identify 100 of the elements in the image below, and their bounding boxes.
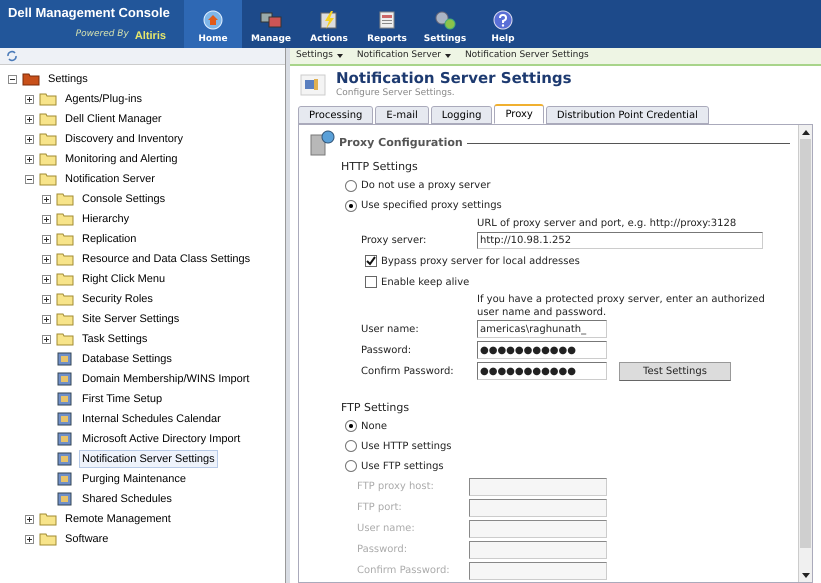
tab[interactable]: Proxy [494,104,544,124]
settings-page-icon [56,411,74,427]
field-label: Confirm Password: [357,564,451,578]
breadcrumb-link[interactable]: Notification Server Settings [464,49,589,63]
collapse-icon[interactable] [8,74,17,84]
expand-icon[interactable] [42,254,51,264]
radio-button[interactable] [345,420,357,432]
tree-item[interactable]: Site Server Settings [79,310,182,328]
radio-button[interactable] [345,440,357,452]
tree-item[interactable]: First Time Setup [79,390,166,408]
tab[interactable]: Logging [430,106,492,124]
checkbox[interactable] [365,255,377,267]
tree-item[interactable]: Remote Management [62,510,174,528]
nav-button[interactable]: Manage [242,0,300,48]
settings-page-icon [300,74,326,96]
tree-item[interactable]: Discovery and Inventory [62,130,186,148]
field-label: Password: [361,344,412,358]
tree-item[interactable]: Agents/Plug-ins [62,90,146,108]
tree-item[interactable]: Monitoring and Alerting [62,150,181,168]
expand-icon[interactable] [42,234,51,244]
test-settings-button[interactable]: Test Settings [619,362,731,380]
section-heading: Proxy Configuration [339,134,463,151]
tree-item[interactable]: Database Settings [79,350,175,368]
radio-button[interactable] [345,180,357,192]
tree-item[interactable]: Shared Schedules [79,490,175,508]
folder-icon [39,532,57,546]
tree-item[interactable]: Internal Schedules Calendar [79,410,224,428]
folder-icon [39,112,57,126]
expand-icon[interactable] [42,194,51,204]
radio-button[interactable] [345,460,357,472]
server-globe-icon [309,129,335,157]
expand-icon[interactable] [25,114,34,124]
tree-item[interactable]: Software [62,530,112,548]
tree-item[interactable]: Settings [45,70,91,88]
tree-item[interactable]: Microsoft Active Directory Import [79,430,244,448]
tree-item[interactable]: Domain Membership/WINS Import [79,370,252,388]
proxy-server-field[interactable]: http://10.98.1.252 [477,232,763,249]
settings-page-icon [56,351,74,367]
tree-item[interactable]: Task Settings [79,330,150,348]
report-icon [377,10,397,30]
scrollbar[interactable] [798,125,812,582]
folder-icon [22,72,40,86]
text-field[interactable]: ●●●●●●●●●●● [477,362,607,380]
settings-page-icon [56,391,74,407]
text-field[interactable]: ●●●●●●●●●●● [477,341,607,359]
expand-icon[interactable] [42,274,51,284]
breadcrumb-link[interactable]: Notification Server [356,49,441,63]
nav-button[interactable]: Actions [300,0,358,48]
folder-icon [39,152,57,166]
tree-item[interactable]: Security Roles [79,290,156,308]
caret-icon[interactable] [336,54,343,58]
field-label: Confirm Password: [361,364,455,378]
refresh-icon[interactable] [6,50,18,62]
tab[interactable]: E-mail [375,106,429,124]
nav-button[interactable]: Home [184,0,242,48]
group-heading: FTP Settings [341,400,410,416]
tab[interactable]: Distribution Point Credential [546,106,709,124]
tree-item[interactable]: Notification Server [62,170,158,188]
lightning-icon [319,10,339,30]
expand-icon[interactable] [42,334,51,344]
tab[interactable]: Processing [298,106,374,124]
expand-icon[interactable] [25,94,34,104]
help-icon [493,10,513,30]
nav-button[interactable]: Settings [416,0,474,48]
expand-icon[interactable] [25,134,34,144]
field-label: Proxy server: [361,234,428,248]
caret-icon[interactable] [444,54,451,58]
tree-item[interactable]: Hierarchy [79,210,132,228]
folder-icon [39,132,57,146]
tree-item[interactable]: Right Click Menu [79,270,168,288]
expand-icon[interactable] [42,214,51,224]
folder-icon [39,92,57,106]
expand-icon[interactable] [25,514,34,524]
computers-icon [259,10,283,30]
tree-item[interactable]: Console Settings [79,190,168,208]
field-label: FTP proxy host: [357,480,435,494]
expand-icon[interactable] [25,154,34,164]
tree-item[interactable]: Replication [79,230,140,248]
settings-page-icon [56,451,74,467]
radio-button[interactable] [345,200,357,212]
expand-icon[interactable] [42,294,51,304]
tree-item[interactable]: Dell Client Manager [62,110,165,128]
tree-item[interactable]: Purging Maintenance [79,470,189,488]
folder-icon [56,272,74,286]
field-label: Password: [357,543,408,557]
breadcrumb-link[interactable]: Settings [296,49,333,63]
text-field[interactable]: americas\raghunath_ [477,320,607,338]
tree-item[interactable]: Notification Server Settings [79,450,218,468]
folder-icon [39,172,57,186]
collapse-icon[interactable] [25,174,34,184]
gears-icon [433,10,457,30]
expand-icon[interactable] [25,534,34,544]
nav-button[interactable]: Help [474,0,532,48]
tree-item[interactable]: Resource and Data Class Settings [79,250,254,268]
app-title: Dell Management Console [8,4,171,22]
nav-button[interactable]: Reports [358,0,416,48]
checkbox[interactable] [365,276,377,288]
radio-label: Do not use a proxy server [361,179,490,193]
group-heading: HTTP Settings [341,159,419,175]
expand-icon[interactable] [42,314,51,324]
